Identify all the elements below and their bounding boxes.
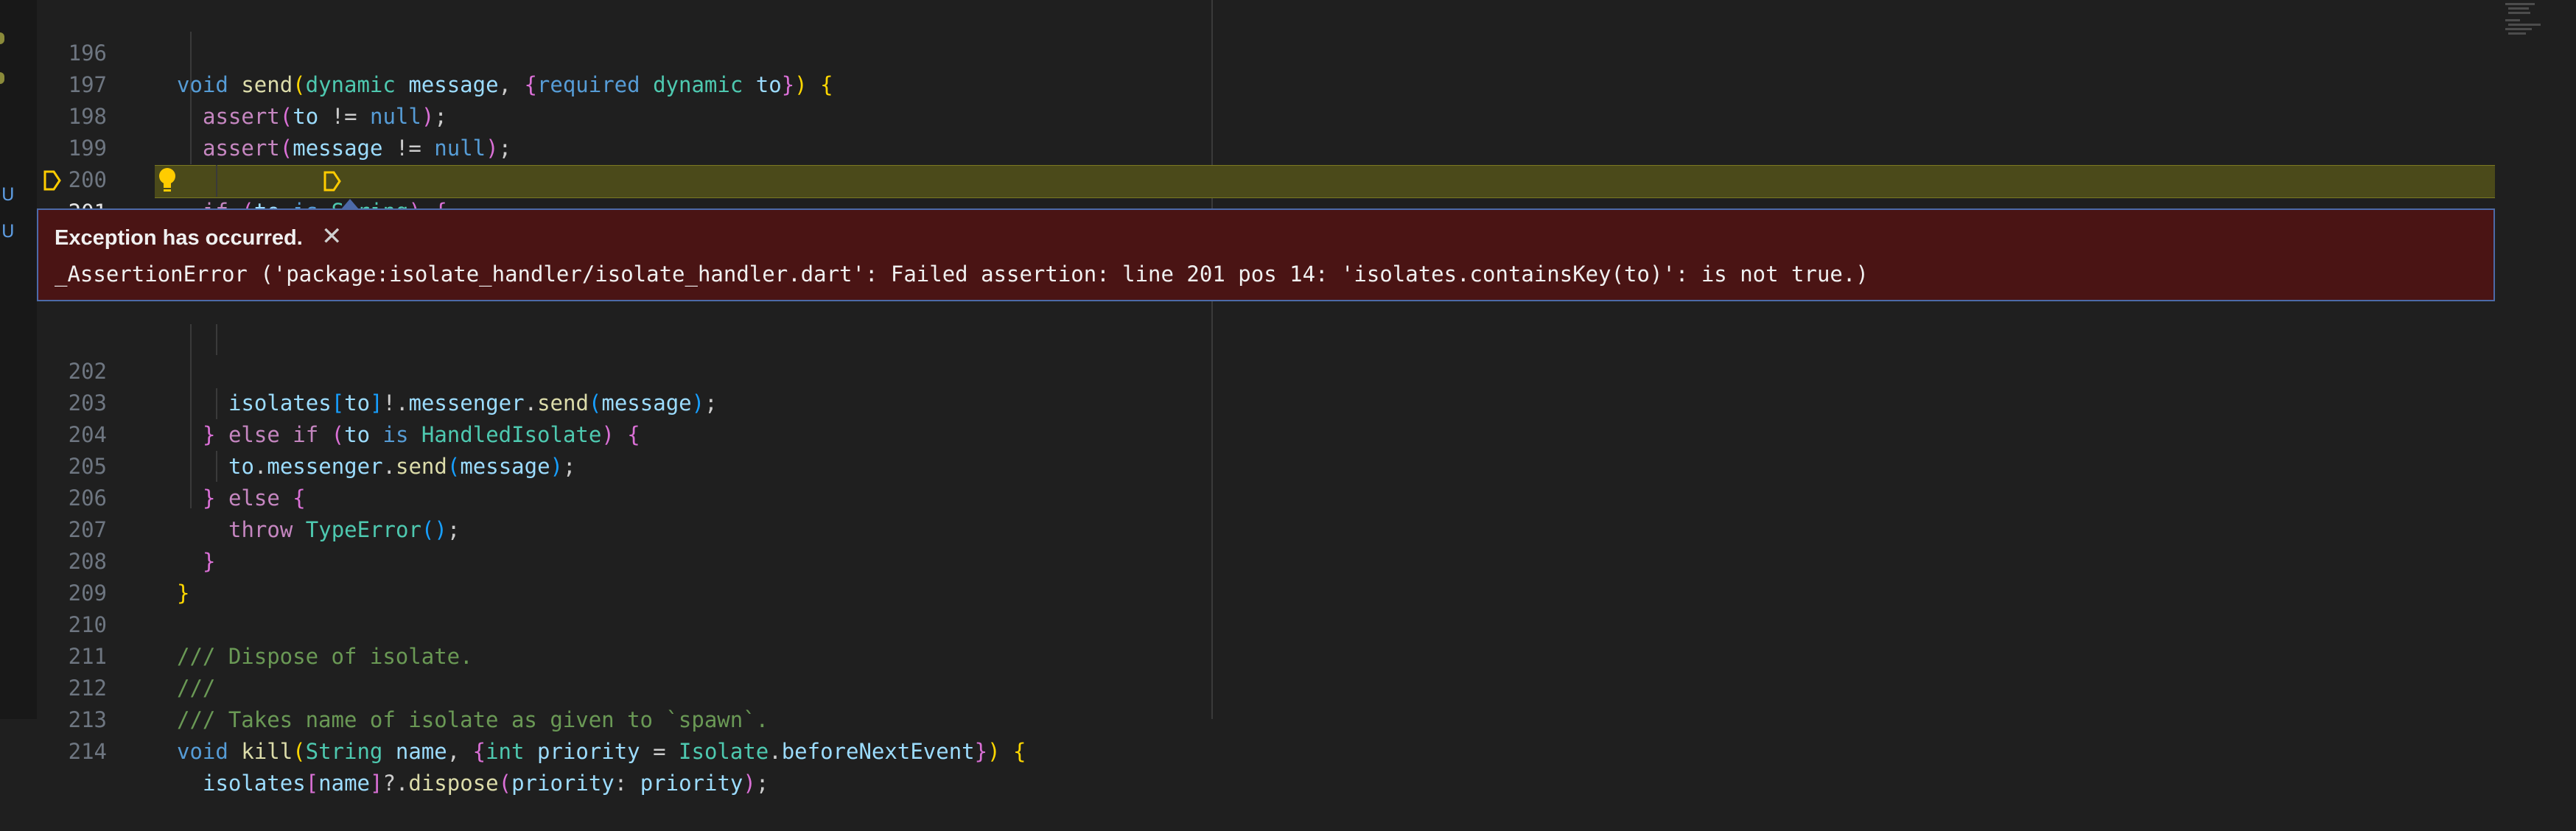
minimap-line [2508,32,2526,35]
exception-pointer [341,199,359,209]
code-line[interactable]: 212 /// Takes name of isolate as given t… [37,641,2495,732]
code-line[interactable]: 213 void kill(String name, {int priority… [37,673,2495,764]
git-untracked-indicator: U [1,184,15,205]
minimap-line [2505,3,2535,5]
exception-widget: Exception has occurred. ✕ _AssertionErro… [37,208,2495,301]
code-line[interactable]: 214 isolates[name]?.dispose(priority: pr… [37,704,2495,796]
exception-message: _AssertionError ('package:isolate_handle… [55,262,1869,287]
code-line[interactable]: 204 to.messenger.send(message); [37,388,2495,479]
code-text: isolates[name]?.dispose(priority: priori… [203,771,769,796]
inline-breakpoint-arrow-icon [323,171,341,192]
code-line[interactable]: 200 if (to is String) { [37,133,2495,224]
minimap-line [2508,12,2530,14]
minimap-line [2505,28,2532,30]
code-line[interactable]: 208 } [37,514,2495,606]
code-line-current[interactable]: 201 assert( isolates.containsKey(to)); [37,165,2495,256]
code-editor[interactable]: 196 void send(dynamic message, {required… [37,0,2532,796]
minimap-line [2508,24,2541,26]
code-line[interactable]: 202 isolates[to]!.messenger.send(message… [37,324,2495,416]
activity-gutter: U U [0,0,37,719]
code-line[interactable]: 205 } else { [37,419,2495,511]
code-line[interactable]: 207 } [37,483,2495,574]
minimap-line [2505,19,2520,21]
code-line[interactable]: 198 assert(message != null); [37,69,2495,161]
code-line[interactable]: 199 [37,101,2495,161]
code-line[interactable]: 209 [37,546,2495,606]
code-line[interactable]: 203 } else if (to is HandledIsolate) { [37,356,2495,447]
close-icon[interactable]: ✕ [321,222,343,251]
code-line[interactable]: 206 throw TypeError(); [37,451,2495,542]
code-line[interactable]: 210 /// Dispose of isolate. [37,578,2495,669]
code-line[interactable]: 197 assert(to != null); [37,38,2495,129]
code-text: void kill(String name, {int priority = I… [177,739,1026,764]
minimap[interactable] [2495,0,2576,719]
line-number: 214 [68,739,107,764]
breakpoint-arrow-icon[interactable] [43,169,62,192]
change-marker [0,72,4,84]
code-line[interactable]: 211 /// [37,609,2495,701]
git-untracked-indicator: U [1,221,15,242]
change-marker [0,32,4,44]
exception-title: Exception has occurred. [55,226,303,250]
minimap-line [2508,7,2529,10]
code-line[interactable]: 196 void send(dynamic message, {required… [37,6,2495,97]
lightbulb-icon[interactable] [156,166,178,194]
